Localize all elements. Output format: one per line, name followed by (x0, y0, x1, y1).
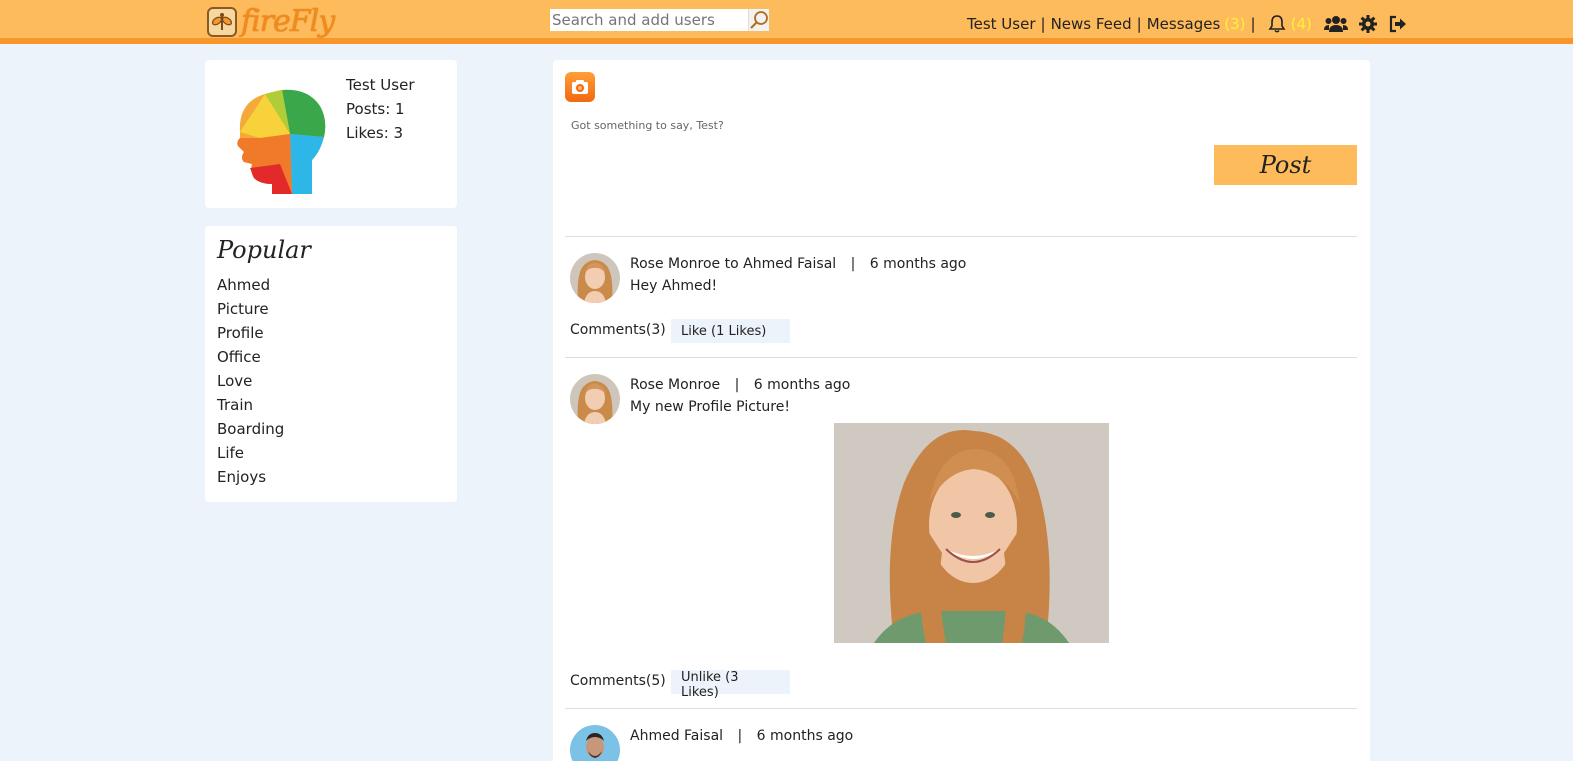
post-text: Hey Ahmed! (630, 278, 718, 294)
profile-likes: Likes: 3 (346, 124, 404, 142)
camera-icon (572, 80, 588, 94)
post-author[interactable]: Rose Monroe (630, 377, 720, 393)
post-author[interactable]: Ahmed Faisal (630, 728, 723, 744)
post-author-avatar[interactable] (570, 253, 620, 303)
logo-text: fireFly (241, 4, 335, 39)
post-author-avatar[interactable] (570, 374, 620, 424)
search-button[interactable] (748, 9, 769, 31)
comments-link[interactable]: Comments(5) (570, 673, 666, 689)
nav-user-link[interactable]: Test User (967, 15, 1036, 33)
post-author[interactable]: Rose Monroe to Ahmed Faisal (630, 256, 836, 272)
profile-card: Test User Posts: 1 Likes: 3 (205, 60, 457, 208)
messages-count: (3) (1224, 15, 1246, 33)
news-feed: Got something to say, Test? Post Rose Mo… (553, 60, 1370, 761)
settings-button[interactable] (1358, 14, 1378, 34)
post-text: My new Profile Picture! (630, 399, 790, 415)
popular-card: Popular Ahmed Picture Profile Office Lov… (205, 226, 457, 502)
search-input[interactable] (550, 9, 748, 31)
logo[interactable]: fireFly (207, 4, 335, 40)
logout-button[interactable] (1388, 14, 1408, 34)
nav-messages-link[interactable]: Messages (3) (1147, 15, 1246, 33)
profile-avatar[interactable] (220, 72, 344, 196)
popular-item[interactable]: Boarding (217, 417, 284, 441)
popular-list: Ahmed Picture Profile Office Love Train … (217, 273, 284, 489)
like-button[interactable]: Like (1 Likes) (671, 319, 790, 343)
post-time: 6 months ago (753, 377, 851, 393)
gear-icon (1358, 15, 1377, 33)
friends-button[interactable] (1323, 14, 1348, 34)
nav-news-feed-link[interactable]: News Feed (1051, 15, 1132, 33)
users-icon (1323, 16, 1348, 32)
messages-label: Messages (1146, 15, 1221, 33)
profile-name[interactable]: Test User (346, 73, 415, 97)
divider (565, 708, 1357, 709)
post-button[interactable]: Post (1214, 145, 1357, 185)
search-icon (750, 11, 768, 29)
profile-info: Test User Posts: 1 Likes: 3 (346, 73, 415, 145)
popular-item[interactable]: Life (217, 441, 284, 465)
bell-icon (1268, 15, 1286, 33)
post-separator: | (734, 377, 740, 393)
popular-item[interactable]: Profile (217, 321, 284, 345)
search-box (550, 9, 769, 31)
popular-item[interactable]: Train (217, 393, 284, 417)
nav-separator: | (1250, 15, 1256, 33)
post-header: Rose Monroe to Ahmed Faisal | 6 months a… (630, 256, 966, 272)
top-nav: Test User | News Feed | Messages (3) | (4… (967, 13, 1408, 35)
nav-separator: | (1040, 15, 1046, 33)
post-header: Rose Monroe | 6 months ago (630, 377, 850, 393)
notifications-button[interactable]: (4) (1267, 14, 1312, 34)
popular-item[interactable]: Picture (217, 297, 284, 321)
logout-icon (1389, 15, 1406, 33)
post-time: 6 months ago (756, 728, 854, 744)
firefly-logo-icon (207, 7, 237, 37)
post-photo[interactable] (834, 423, 1109, 643)
popular-item[interactable]: Enjoys (217, 465, 284, 489)
nav-separator: | (1136, 15, 1142, 33)
add-photo-button[interactable] (565, 72, 595, 102)
popular-title: Popular (217, 236, 311, 264)
divider (565, 236, 1357, 237)
divider (565, 357, 1357, 358)
composer-prompt[interactable]: Got something to say, Test? (571, 119, 724, 132)
post-header: Ahmed Faisal | 6 months ago (630, 728, 853, 744)
top-bar: fireFly Test User | News Feed | Messages… (0, 0, 1573, 44)
like-button[interactable]: Unlike (3 Likes) (671, 670, 790, 700)
post-separator: | (737, 728, 743, 744)
profile-posts: Posts: 1 (346, 100, 405, 118)
post-separator: | (850, 256, 856, 272)
post-time: 6 months ago (869, 256, 967, 272)
post-author-avatar[interactable] (570, 725, 620, 761)
popular-item[interactable]: Ahmed (217, 273, 284, 297)
popular-item[interactable]: Love (217, 369, 284, 393)
notifications-count: (4) (1290, 15, 1312, 33)
comments-link[interactable]: Comments(3) (570, 322, 666, 338)
popular-item[interactable]: Office (217, 345, 284, 369)
